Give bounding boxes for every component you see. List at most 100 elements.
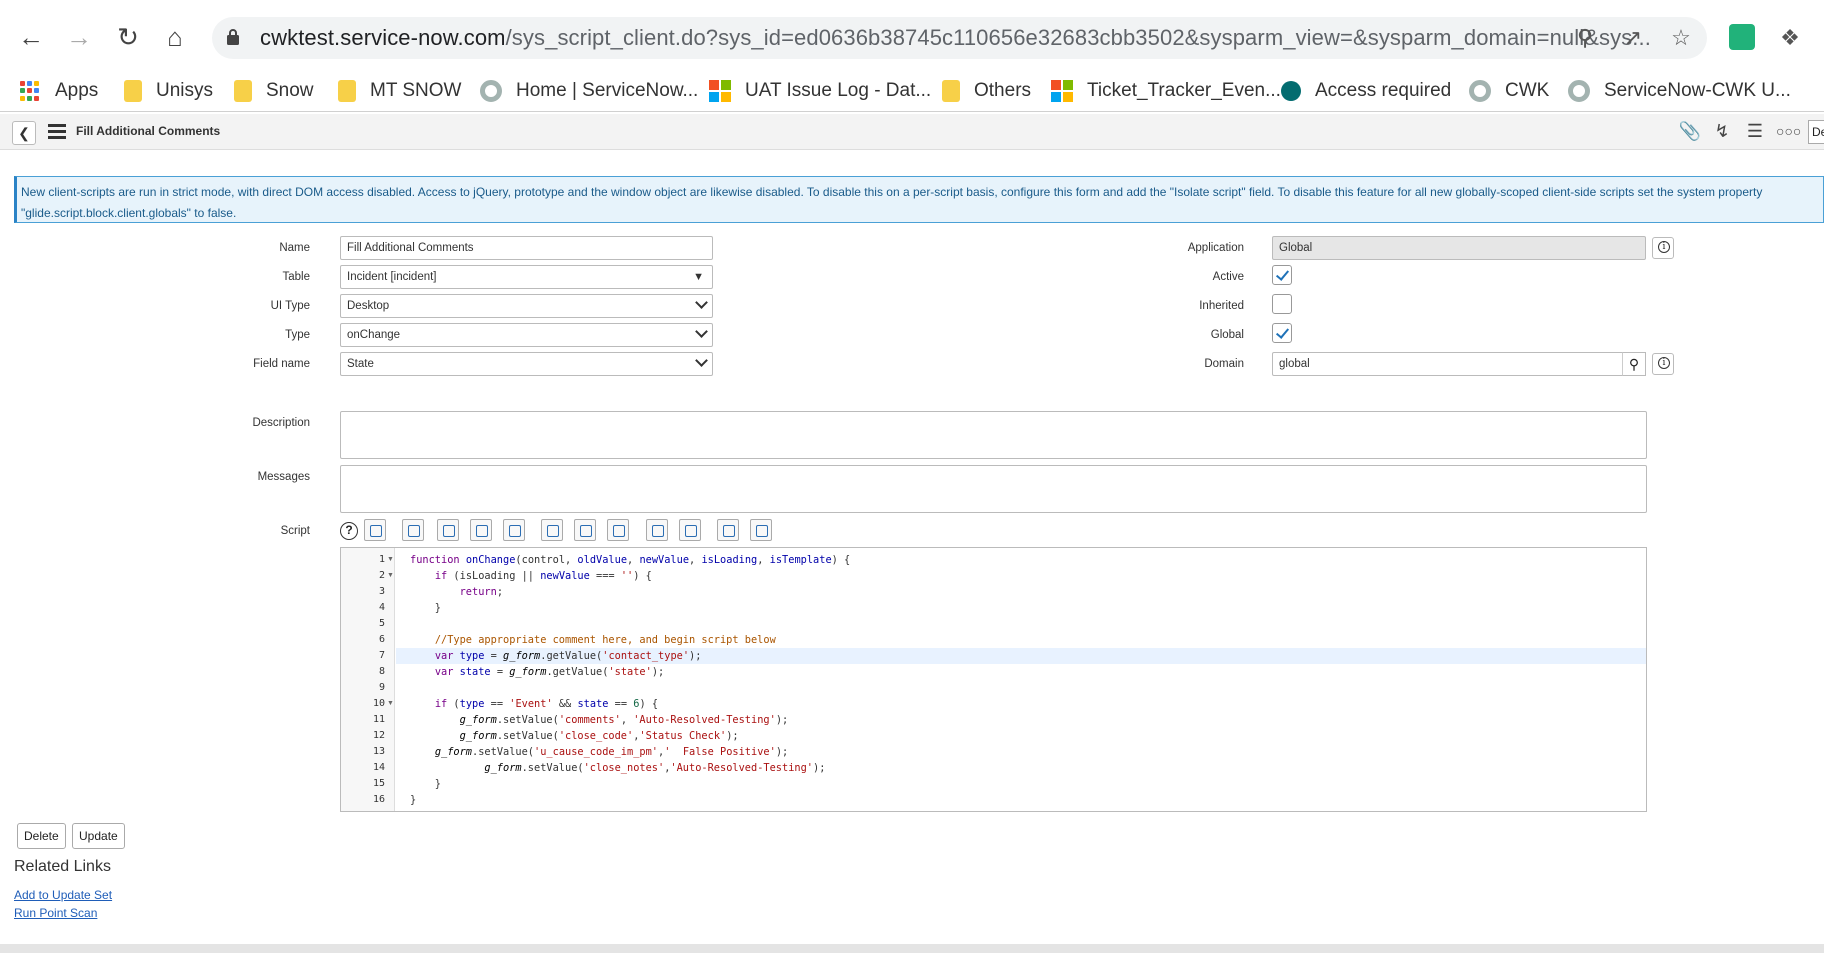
delete-button[interactable]: Delete [17, 823, 66, 849]
back-chevron-icon[interactable]: ❮ [12, 121, 36, 145]
table-select[interactable]: Incident [incident] ▼ [340, 265, 713, 289]
line-number: 10 [372, 698, 385, 709]
home-icon[interactable]: ⌂ [160, 22, 190, 52]
script-help-icon[interactable]: ? [340, 522, 358, 540]
application-info-icon[interactable] [1652, 237, 1674, 259]
related-links-heading: Related Links [14, 858, 111, 875]
apps-grid-icon [20, 80, 41, 102]
zoom-icon[interactable]: ⚲ [1571, 25, 1599, 51]
line-number: 8 [378, 666, 385, 677]
code-line: g_form.setValue('close_notes','Auto-Reso… [484, 762, 826, 774]
bookmark-home-servicenow[interactable]: Home | ServiceNow... [480, 76, 698, 106]
code-line: } [410, 794, 417, 806]
find-next-icon[interactable] [574, 519, 596, 541]
inherited-checkbox[interactable] [1272, 294, 1292, 314]
global-checkbox[interactable] [1272, 323, 1292, 343]
personalize-sliders-icon[interactable]: ☰ [1743, 121, 1767, 142]
fold-arrow-icon[interactable]: ▼ [387, 556, 394, 563]
lock-icon[interactable] [226, 28, 240, 46]
fold-arrow-icon[interactable]: ▼ [387, 700, 394, 707]
activity-pulse-icon[interactable]: ↯ [1710, 121, 1734, 142]
uitype-select[interactable]: Desktop [340, 294, 713, 318]
code-line: g_form.setValue('u_cause_code_im_pm',' F… [434, 746, 789, 758]
line-number: 7 [378, 650, 385, 661]
comment-icon[interactable] [402, 519, 424, 541]
folder-icon [124, 80, 142, 102]
find-previous-icon[interactable] [607, 519, 629, 541]
folder-icon [234, 80, 252, 102]
application-readonly-field: Global [1272, 236, 1646, 260]
reload-icon[interactable]: ↻ [113, 22, 143, 52]
attachment-paperclip-icon[interactable]: 📎 [1678, 121, 1702, 142]
bookmark-label: Access required [1315, 80, 1452, 101]
extension-refresh-icon[interactable] [1729, 24, 1755, 50]
hamburger-menu-icon[interactable] [48, 124, 66, 140]
chevron-down-icon [695, 296, 708, 309]
bookmark-others[interactable]: Others [942, 76, 1031, 106]
microsoft-icon [1051, 80, 1073, 102]
messages-textarea[interactable] [340, 465, 1647, 513]
line-number: 2 [378, 570, 385, 581]
fullscreen-icon[interactable] [646, 519, 668, 541]
domain-input[interactable]: global [1272, 352, 1624, 376]
code-line: function onChange(control, oldValue, new… [410, 554, 851, 566]
search-icon[interactable]: ⚲ [1622, 352, 1646, 376]
code-line: if (isLoading || newValue === '') { [434, 570, 652, 582]
messages-label: Messages [257, 471, 310, 483]
bookmark-label: MT SNOW [370, 80, 462, 101]
sharepoint-icon [1281, 81, 1301, 101]
bookmark-label: UAT Issue Log - Dat... [745, 80, 932, 101]
back-arrow-icon[interactable]: ← [16, 22, 46, 52]
bookmark-uat-issue-log[interactable]: UAT Issue Log - Dat... [709, 76, 931, 106]
toggle-syntax-icon[interactable] [364, 519, 386, 541]
script-editor[interactable]: 1 2 3 4 5 6 7 8 9 10 11 12 13 14 15 16 ▼… [340, 547, 1647, 812]
active-checkbox[interactable] [1272, 265, 1292, 285]
fold-arrow-icon[interactable]: ▼ [387, 572, 394, 579]
replace-all-icon[interactable] [503, 519, 525, 541]
url-text[interactable]: cwktest.service-now.com/sys_script_clien… [260, 25, 1651, 51]
bookmark-ticket-tracker[interactable]: Ticket_Tracker_Even... [1051, 76, 1281, 106]
header-truncated-button[interactable]: De [1808, 120, 1824, 144]
line-number: 3 [378, 586, 385, 597]
type-select[interactable]: onChange [340, 323, 713, 347]
line-number: 9 [378, 682, 385, 693]
bookmark-snow[interactable]: Snow [234, 76, 314, 106]
forward-arrow-icon[interactable]: → [64, 22, 94, 52]
bookmark-label: Snow [266, 80, 314, 101]
bookmark-label: Ticket_Tracker_Even... [1087, 80, 1281, 101]
more-options-icon[interactable]: ○○○ [1776, 123, 1801, 139]
form-header: ❮ Fill Additional Comments 📎 ↯ ☰ ○○○ De [0, 114, 1824, 150]
lint-check-icon[interactable] [750, 519, 772, 541]
bookmark-unisys[interactable]: Unisys [124, 76, 213, 106]
bookmark-access-required[interactable]: Access required [1281, 76, 1451, 106]
bookmark-label: Others [974, 80, 1032, 101]
domain-info-icon[interactable] [1652, 353, 1674, 375]
line-number: 1 [378, 554, 385, 565]
chevron-down-icon [695, 325, 708, 338]
add-to-update-set-link[interactable]: Add to Update Set [14, 888, 112, 902]
name-input[interactable]: Fill Additional Comments [340, 236, 713, 260]
star-icon[interactable]: ☆ [1667, 25, 1695, 51]
search-code-icon[interactable] [541, 519, 563, 541]
share-icon[interactable]: ↗ [1619, 25, 1647, 51]
bookmark-apps[interactable]: Apps [20, 76, 98, 106]
url-host: cwktest.service-now.com [260, 25, 506, 50]
extensions-puzzle-icon[interactable]: ❖ [1776, 25, 1804, 51]
description-textarea[interactable] [340, 411, 1647, 459]
script-debug-icon[interactable] [679, 519, 701, 541]
servicenow-icon [1469, 80, 1491, 102]
update-button[interactable]: Update [72, 823, 125, 849]
format-code-icon[interactable] [437, 519, 459, 541]
bookmark-mt-snow[interactable]: MT SNOW [338, 76, 461, 106]
bookmark-cwk[interactable]: CWK [1469, 76, 1549, 106]
fieldname-select[interactable]: State [340, 352, 713, 376]
run-point-scan-link[interactable]: Run Point Scan [14, 906, 97, 920]
bookmark-servicenow-cwk[interactable]: ServiceNow-CWK U... [1568, 76, 1791, 106]
save-icon[interactable] [717, 519, 739, 541]
folder-icon [338, 80, 356, 102]
replace-icon[interactable] [470, 519, 492, 541]
bookmarks-bar: Apps Unisys Snow MT SNOW Home | ServiceN… [0, 70, 1824, 112]
uitype-label: UI Type [270, 300, 310, 312]
dropdown-triangle-icon: ▼ [693, 271, 704, 283]
folder-icon [942, 80, 960, 102]
